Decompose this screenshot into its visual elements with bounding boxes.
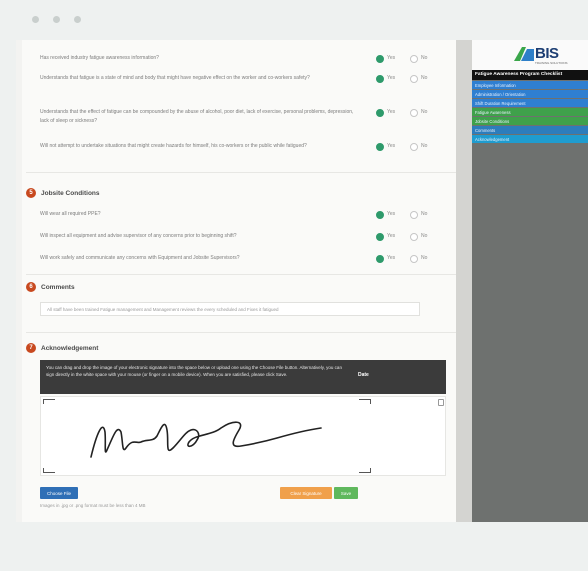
logo-subtitle: TRAINING SOLUTIONS [535, 61, 568, 65]
divider [26, 172, 456, 173]
browser-frame: Has received industry fatigue awareness … [0, 0, 588, 571]
radio-yes[interactable] [376, 210, 384, 219]
window-controls [32, 16, 81, 23]
section-jobsite-conditions: 5 Jobsite Conditions [26, 188, 100, 198]
section-title: Comments [41, 283, 75, 291]
choose-file-button[interactable]: Choose File [40, 487, 78, 499]
no-option[interactable]: No [410, 210, 427, 219]
sidebar-item-shift-duration[interactable]: Shift Duration Requirement [472, 99, 588, 107]
signature-pad[interactable] [40, 396, 446, 476]
question-text: Has received industry fatigue awareness … [40, 55, 159, 61]
radio-yes[interactable] [376, 232, 384, 241]
radio-no[interactable] [410, 254, 418, 263]
sidebar-item-jobsite-conditions[interactable]: Jobsite Conditions [472, 117, 588, 125]
question-text: Understands that the effect of fatigue c… [40, 109, 354, 124]
yes-option[interactable]: Yes [376, 54, 395, 63]
radio-no[interactable] [410, 54, 418, 63]
section-title: Jobsite Conditions [41, 189, 100, 197]
section-acknowledgement: 7 Acknowledgement [26, 343, 98, 353]
screen: Has received industry fatigue awareness … [16, 40, 588, 522]
crop-corner [43, 468, 55, 473]
no-option[interactable]: No [410, 254, 427, 263]
radio-no[interactable] [410, 232, 418, 241]
question-text: Will not attempt to undertake situations… [40, 143, 307, 149]
radio-yes[interactable] [376, 254, 384, 263]
no-option[interactable]: No [410, 142, 427, 151]
logo-text: BIS [535, 45, 559, 62]
sidebar-nav: Employee Information Administration / Or… [472, 81, 588, 144]
signature-instructions: You can drag and drop the image of your … [40, 360, 446, 394]
no-option[interactable]: No [410, 232, 427, 241]
trash-icon[interactable] [438, 399, 444, 406]
checklist-form: Has received industry fatigue awareness … [22, 40, 462, 522]
no-option[interactable]: No [410, 54, 427, 63]
radio-no[interactable] [410, 210, 418, 219]
sidebar-item-comments[interactable]: Comments [472, 126, 588, 134]
clear-signature-button[interactable]: Clear Signature [280, 487, 332, 499]
yes-option[interactable]: Yes [376, 108, 395, 117]
instructions-text: You can drag and drop the image of your … [46, 365, 342, 377]
crop-corner [359, 399, 371, 404]
divider [26, 332, 456, 333]
minimize-dot[interactable] [53, 16, 60, 23]
question-text: Understands that fatigue is a state of m… [40, 75, 310, 81]
radio-no[interactable] [410, 74, 418, 83]
no-option[interactable]: No [410, 74, 427, 83]
sidebar: BIS TRAINING SOLUTIONS Fatigue Awareness… [456, 40, 588, 522]
logo: BIS TRAINING SOLUTIONS [472, 40, 588, 70]
section-number: 6 [26, 282, 36, 292]
yes-option[interactable]: Yes [376, 142, 395, 151]
date-label: Date [358, 372, 369, 378]
maximize-dot[interactable] [74, 16, 81, 23]
radio-yes[interactable] [376, 54, 384, 63]
radio-yes[interactable] [376, 108, 384, 117]
frame-bottom [0, 522, 588, 571]
comments-textarea[interactable]: All staff have been trained Fatigue mana… [40, 302, 420, 316]
radio-no[interactable] [410, 142, 418, 151]
sidebar-item-employee-information[interactable]: Employee Information [472, 81, 588, 89]
sidebar-item-fatigue-awareness[interactable]: Fatigue Awareness [472, 108, 588, 116]
no-option[interactable]: No [410, 108, 427, 117]
sidebar-title: Fatigue Awareness Program Checklist [472, 70, 588, 80]
close-dot[interactable] [32, 16, 39, 23]
upload-hint: Images in .jpg or .png format must be le… [40, 503, 146, 508]
signature-stroke [90, 421, 322, 458]
yes-option[interactable]: Yes [376, 254, 395, 263]
sidebar-item-acknowledgement[interactable]: Acknowledgement [472, 135, 588, 143]
radio-no[interactable] [410, 108, 418, 117]
section-number: 7 [26, 343, 36, 353]
save-button[interactable]: Save [334, 487, 358, 499]
crop-corner [359, 468, 371, 473]
question-text: Will inspect all equipment and advise su… [40, 233, 237, 239]
crop-corner [43, 399, 55, 404]
divider [26, 274, 456, 275]
section-number: 5 [26, 188, 36, 198]
sidebar-item-administration[interactable]: Administration / Orientation [472, 90, 588, 98]
yes-option[interactable]: Yes [376, 74, 395, 83]
yes-option[interactable]: Yes [376, 210, 395, 219]
section-comments: 6 Comments [26, 282, 75, 292]
sidebar-panel: BIS TRAINING SOLUTIONS Fatigue Awareness… [472, 40, 588, 522]
radio-yes[interactable] [376, 74, 384, 83]
yes-option[interactable]: Yes [376, 232, 395, 241]
bis-logo-icon [514, 47, 534, 61]
section-title: Acknowledgement [41, 344, 99, 352]
question-text: Will work safely and communicate any con… [40, 255, 240, 261]
question-text: Will wear all required PPE? [40, 211, 101, 217]
radio-yes[interactable] [376, 142, 384, 151]
